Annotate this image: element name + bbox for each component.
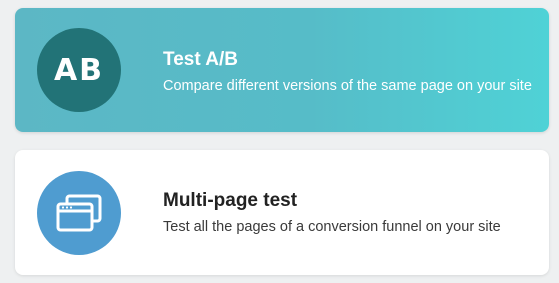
multi-page-test-title: Multi-page test xyxy=(163,190,298,211)
ab-test-title: Test A/B xyxy=(163,49,238,70)
multi-page-test-option-card[interactable]: Multi-page test Test all the pages of a … xyxy=(15,150,549,275)
ab-badge-icon: AB xyxy=(37,28,121,112)
ab-test-description: Compare different versions of the same p… xyxy=(163,78,532,94)
multi-page-test-description: Test all the pages of a conversion funne… xyxy=(163,219,501,235)
multi-page-test-text: Multi-page test Test all the pages of a … xyxy=(163,190,501,236)
ab-badge-label: AB xyxy=(53,52,105,88)
browser-windows-glyph xyxy=(56,194,102,232)
ab-test-option-card[interactable]: AB Test A/B Compare different versions o… xyxy=(15,8,549,132)
ab-test-text: Test A/B Compare different versions of t… xyxy=(163,49,532,95)
browser-windows-icon xyxy=(37,171,121,255)
test-type-selector: AB Test A/B Compare different versions o… xyxy=(0,0,559,283)
